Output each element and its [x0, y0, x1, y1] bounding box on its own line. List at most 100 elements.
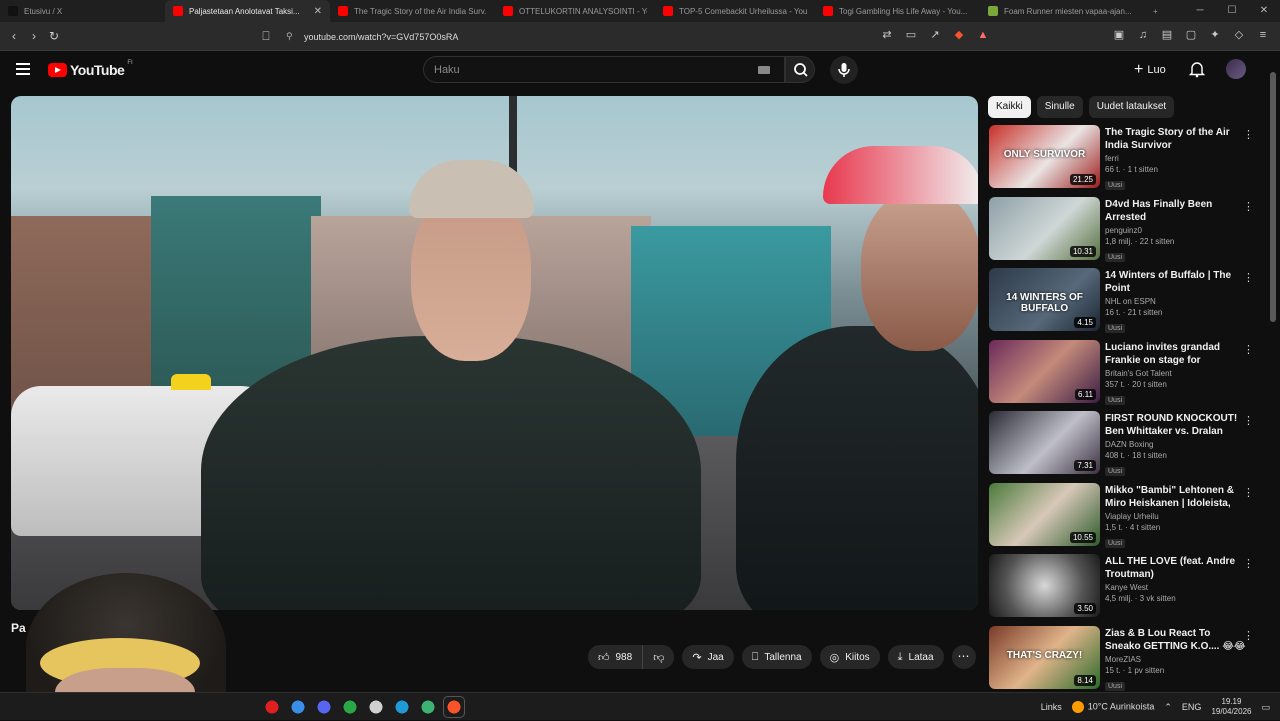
reader-icon[interactable]: ▤	[1160, 28, 1174, 42]
more-options-icon[interactable]: ⋮	[1243, 128, 1254, 141]
more-options-icon[interactable]: ⋮	[1243, 629, 1254, 642]
dislike-button[interactable]: 👎︎	[643, 645, 675, 669]
taskbar-app-icon[interactable]	[288, 697, 308, 717]
youtube-logo[interactable]: YouTube FI	[48, 60, 133, 78]
chip-all[interactable]: Kaikki	[988, 96, 1031, 118]
channel-name[interactable]: Britain's Got Talent	[1105, 369, 1247, 378]
close-window-icon[interactable]: ✕	[1248, 0, 1280, 22]
taskbar-app-icon[interactable]	[314, 697, 334, 717]
video-thumbnail[interactable]: 10.55	[989, 482, 1100, 546]
more-options-icon[interactable]: ⋮	[1243, 414, 1254, 427]
channel-name[interactable]: NHL on ESPN	[1105, 297, 1247, 306]
more-options-icon[interactable]: ⋮	[1243, 486, 1254, 499]
recommendation-item[interactable]: ONLY SURVIVOR 21.25 The Tragic Story of th…	[988, 125, 1268, 197]
share-button[interactable]: ↷ Jaa	[682, 645, 734, 669]
channel-name[interactable]: DAZN Boxing	[1105, 440, 1247, 449]
more-options-icon[interactable]: ⋮	[1243, 557, 1254, 570]
video-thumbnail[interactable]: 6.11	[989, 339, 1100, 403]
recommendation-title[interactable]: 14 Winters of Buffalo | The Point	[1105, 269, 1247, 295]
reload-icon[interactable]: ↻	[44, 29, 64, 43]
extensions-icon[interactable]: ✦	[1208, 28, 1222, 42]
taskbar-app-icon[interactable]	[443, 696, 465, 718]
channel-name[interactable]: MoreZIAS	[1105, 655, 1247, 664]
browser-menu-icon[interactable]: ≡	[1256, 28, 1270, 42]
cast-icon[interactable]: ▭	[904, 28, 918, 42]
translate-icon[interactable]: ⇄	[880, 28, 894, 42]
recommendation-title[interactable]: FIRST ROUND KNOCKOUT! Ben Whittaker vs. …	[1105, 412, 1247, 438]
recommendation-title[interactable]: Zias & B Lou React To Sneako GETTING K.O…	[1105, 627, 1247, 653]
browser-tab[interactable]: Foam Runner miesten vapaa-ajan...	[980, 0, 1145, 22]
url-field[interactable]: ⚲ youtube.com/watch?v=GVd757O0sRA	[280, 26, 880, 47]
video-thumbnail[interactable]: 3.50	[989, 554, 1100, 617]
keyboard-icon[interactable]	[758, 66, 770, 74]
taskbar-app-icon[interactable]	[418, 697, 438, 717]
browser-tab[interactable]: OTTELUKORTIN ANALYSOINTI - You...	[495, 0, 655, 22]
taskbar-app-icon[interactable]	[262, 697, 282, 717]
search-button[interactable]	[785, 56, 815, 83]
video-thumbnail[interactable]: 7.31	[989, 411, 1100, 474]
recommendation-item[interactable]: 6.11 Luciano invites grandad Frankie on s…	[988, 339, 1268, 412]
channel-name[interactable]: penguinz0	[1105, 226, 1247, 235]
video-thumbnail[interactable]: 10.31	[989, 196, 1100, 260]
notifications-button[interactable]	[1188, 60, 1206, 78]
video-player[interactable]	[11, 96, 978, 610]
new-tab-button[interactable]: +	[1145, 0, 1166, 22]
taskbar-app-icon[interactable]	[340, 697, 360, 717]
tab-close-icon[interactable]: ✕	[314, 6, 322, 17]
recommendation-title[interactable]: ALL THE LOVE (feat. Andre Troutman)	[1105, 555, 1247, 581]
channel-name[interactable]: ferri	[1105, 154, 1247, 163]
recommendation-title[interactable]: Luciano invites grandad Frankie on stage…	[1105, 341, 1247, 367]
video-thumbnail[interactable]: ONLY SURVIVOR 21.25	[989, 125, 1100, 188]
recommendation-item[interactable]: 14 WINTERS OF BUFFALO 4.15 14 Winters of B…	[988, 268, 1268, 340]
browser-tab[interactable]: Paljastetaan Anolotavat Taksi... ✕	[165, 0, 330, 22]
search-input[interactable]	[434, 63, 754, 76]
voice-search-button[interactable]	[830, 56, 858, 84]
download-button[interactable]: ⤓ Lataa	[887, 645, 944, 669]
avatar[interactable]	[1226, 59, 1246, 79]
taskbar-app-icon[interactable]	[366, 697, 386, 717]
hamburger-menu-icon[interactable]	[16, 63, 30, 75]
browser-tab[interactable]: TOP-5 Comebackit Urheilussa - You...	[655, 0, 815, 22]
recommendation-item[interactable]: THAT'S CRAZY! 8.14 Zias & B Lou React To S…	[988, 625, 1268, 698]
channel-name[interactable]: Kanye West	[1105, 583, 1247, 592]
language-indicator[interactable]: ENG	[1182, 702, 1202, 712]
recommendation-item[interactable]: 10.55 Mikko "Bambi" Lehtonen & Miro Heisk…	[988, 482, 1268, 555]
recommendation-item[interactable]: 10.31 D4vd Has Finally Been Arrested pengu…	[988, 196, 1268, 269]
media-icon[interactable]: ♫	[1136, 28, 1150, 42]
save-button[interactable]: ⎕ Tallenna	[741, 645, 812, 669]
clock[interactable]: 19.19 19/04/2026	[1211, 697, 1251, 717]
chip-for-you[interactable]: Sinulle	[1036, 96, 1083, 118]
bookmark-icon[interactable]: ⎕	[256, 29, 276, 44]
scrollbar-thumb[interactable]	[1270, 72, 1276, 322]
back-icon[interactable]: ‹	[4, 29, 24, 43]
recommendation-item[interactable]: 7.31 FIRST ROUND KNOCKOUT! Ben Whittaker …	[988, 411, 1268, 483]
more-options-icon[interactable]: ⋮	[1243, 343, 1254, 356]
sidebar-icon[interactable]: ▣	[1112, 28, 1126, 42]
vpn-icon[interactable]: ◇	[1232, 28, 1246, 42]
tray-chevron-icon[interactable]: ⌃	[1164, 702, 1172, 713]
site-info-icon[interactable]: ⚲	[286, 31, 293, 42]
video-thumbnail[interactable]: THAT'S CRAZY! 8.14	[989, 625, 1100, 689]
more-options-icon[interactable]: ⋮	[1243, 200, 1254, 213]
more-options-icon[interactable]: ⋮	[1243, 271, 1254, 284]
links-toolbar[interactable]: Links	[1041, 702, 1062, 712]
brave-shield-icon[interactable]: ◆	[952, 28, 966, 42]
thanks-button[interactable]: ◎ Kiitos	[819, 645, 880, 669]
minimize-icon[interactable]: ─	[1184, 0, 1216, 22]
share-page-icon[interactable]: ↗	[928, 28, 942, 42]
sidebar-scrollbar[interactable]	[1270, 62, 1276, 686]
recommendation-title[interactable]: The Tragic Story of the Air India Surviv…	[1105, 126, 1247, 152]
channel-name[interactable]: Viaplay Urheilu	[1105, 512, 1247, 521]
video-thumbnail[interactable]: 14 WINTERS OF BUFFALO 4.15	[989, 268, 1100, 331]
more-actions-button[interactable]: ⋯	[951, 645, 976, 669]
like-button[interactable]: 👍︎ 988	[588, 645, 644, 669]
forward-icon[interactable]: ›	[24, 29, 44, 43]
wallet-icon[interactable]: ▢	[1184, 28, 1198, 42]
recommendation-title[interactable]: D4vd Has Finally Been Arrested	[1105, 198, 1247, 224]
maximize-icon[interactable]: ☐	[1216, 0, 1248, 22]
create-button[interactable]: + Luo	[1128, 59, 1172, 81]
brave-rewards-icon[interactable]: ▲	[976, 28, 990, 42]
recommendation-item[interactable]: 3.50 ALL THE LOVE (feat. Andre Troutman) K…	[988, 554, 1268, 626]
weather-widget[interactable]: 10°C Aurinkoista	[1071, 701, 1154, 713]
taskbar-app-icon[interactable]	[392, 697, 412, 717]
